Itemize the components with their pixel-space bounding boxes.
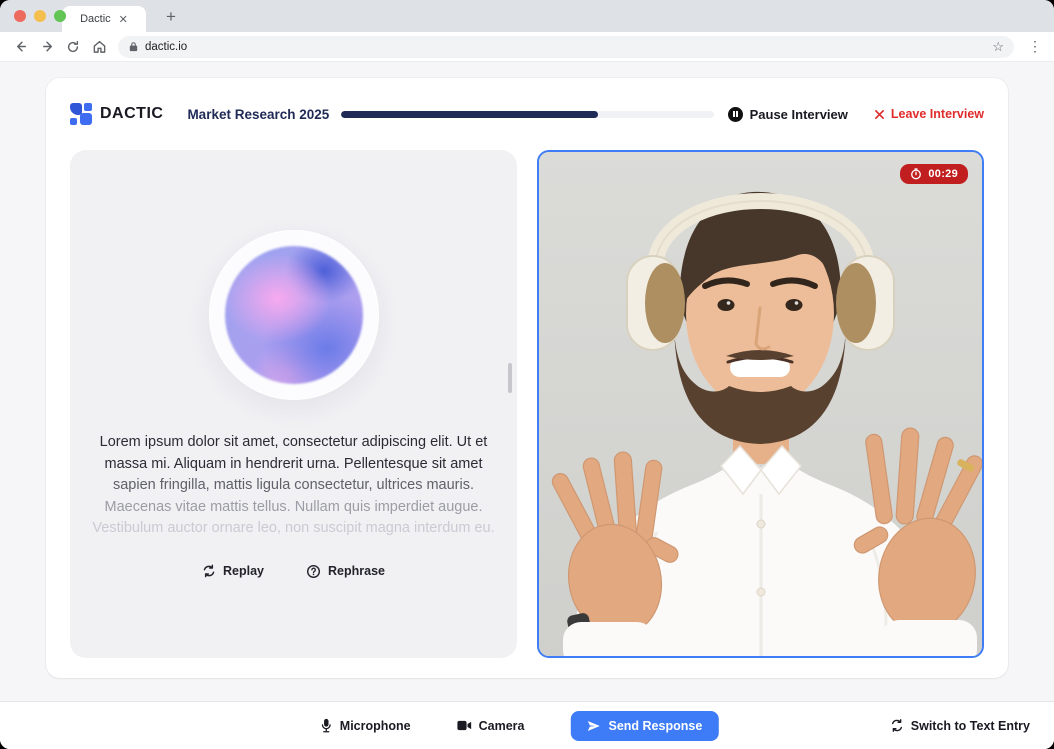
- timer-clock-icon: [910, 168, 922, 180]
- window-controls[interactable]: [14, 10, 66, 22]
- rephrase-label: Rephrase: [328, 564, 385, 578]
- pause-interview-button[interactable]: Pause Interview: [728, 107, 848, 122]
- back-icon[interactable]: [10, 36, 32, 58]
- question-transcript: Lorem ipsum dolor sit amet, consectetur …: [92, 432, 494, 540]
- address-bar[interactable]: dactic.io ☆: [118, 36, 1014, 58]
- minimize-window-button[interactable]: [34, 10, 46, 22]
- switch-mode-icon: [890, 719, 904, 732]
- transcript-line: sapien fringilla, mattis ligula consecte…: [92, 475, 494, 497]
- lock-icon: [128, 41, 139, 52]
- transcript-line: Maecenas vitae mattis tellus. Nullam qui…: [92, 497, 494, 519]
- transcript-line: massa mi. Aliquam in hendrerit urna. Pel…: [92, 454, 494, 476]
- timer-value: 00:29: [928, 168, 958, 180]
- send-response-button[interactable]: Send Response: [570, 711, 718, 741]
- page-content: DACTIC Market Research 2025 Pause Interv…: [0, 62, 1054, 749]
- switch-label: Switch to Text Entry: [911, 719, 1030, 733]
- session-title: Market Research 2025: [187, 107, 329, 122]
- url-text: dactic.io: [145, 41, 986, 53]
- send-icon: [586, 720, 600, 732]
- recording-timer-badge: 00:29: [900, 164, 968, 184]
- replay-button[interactable]: Replay: [202, 564, 264, 578]
- dactic-logo-icon: [70, 103, 92, 125]
- leave-interview-button[interactable]: Leave Interview: [874, 107, 984, 121]
- candidate-video-panel: 00:29: [537, 150, 984, 658]
- bottom-control-bar: Microphone Camera Send Response Switch t…: [0, 701, 1054, 749]
- switch-to-text-button[interactable]: Switch to Text Entry: [890, 719, 1030, 733]
- tab-title: Dactic: [80, 13, 111, 25]
- bookmark-star-icon[interactable]: ☆: [992, 39, 1004, 55]
- browser-window: Dactic ✕ + dactic.io ☆ ⋮: [0, 0, 1054, 749]
- media-controls: Microphone Camera Send Response: [320, 711, 719, 741]
- interview-body: Lorem ipsum dolor sit amet, consectetur …: [46, 150, 1008, 658]
- microphone-label: Microphone: [340, 719, 411, 733]
- close-icon: [874, 109, 885, 120]
- leave-label: Leave Interview: [891, 107, 984, 121]
- transcript-line: Vestibulum auctor ornare leo, non suscip…: [92, 518, 494, 540]
- browser-toolbar: dactic.io ☆ ⋮: [0, 32, 1054, 62]
- replay-icon: [202, 564, 216, 578]
- forward-icon[interactable]: [36, 36, 58, 58]
- ai-interviewer-panel: Lorem ipsum dolor sit amet, consectetur …: [70, 150, 517, 658]
- ai-controls: Replay Rephrase: [202, 564, 385, 579]
- transcript-line: Lorem ipsum dolor sit amet, consectetur …: [92, 432, 494, 454]
- camera-label: Camera: [479, 719, 525, 733]
- ai-voice-orb: [225, 246, 363, 384]
- camera-button[interactable]: Camera: [457, 719, 525, 733]
- candidate-video-feed: [539, 152, 982, 656]
- tab-strip: Dactic ✕ +: [0, 0, 1054, 32]
- replay-label: Replay: [223, 564, 264, 578]
- rephrase-button[interactable]: Rephrase: [306, 564, 385, 579]
- microphone-icon: [320, 718, 333, 733]
- send-label: Send Response: [608, 719, 702, 733]
- pause-label: Pause Interview: [750, 107, 848, 122]
- browser-menu-icon[interactable]: ⋮: [1026, 38, 1044, 55]
- new-tab-button[interactable]: +: [160, 6, 182, 28]
- question-circle-icon: [306, 564, 321, 579]
- browser-tab[interactable]: Dactic ✕: [62, 6, 146, 32]
- interview-progress-bar: [341, 111, 713, 118]
- microphone-button[interactable]: Microphone: [320, 718, 411, 733]
- transcript-scrollbar[interactable]: [508, 363, 512, 393]
- pause-icon: [728, 107, 743, 122]
- interview-header: DACTIC Market Research 2025 Pause Interv…: [46, 78, 1008, 150]
- tab-close-icon[interactable]: ✕: [119, 13, 128, 26]
- close-window-button[interactable]: [14, 10, 26, 22]
- progress-fill: [341, 111, 598, 118]
- camera-icon: [457, 720, 472, 731]
- ai-orb-ring: [209, 230, 379, 400]
- brand-name: DACTIC: [100, 105, 163, 123]
- home-icon[interactable]: [88, 36, 110, 58]
- zoom-window-button[interactable]: [54, 10, 66, 22]
- brand-logo: DACTIC: [70, 103, 163, 125]
- reload-icon[interactable]: [62, 36, 84, 58]
- interview-card: DACTIC Market Research 2025 Pause Interv…: [46, 78, 1008, 678]
